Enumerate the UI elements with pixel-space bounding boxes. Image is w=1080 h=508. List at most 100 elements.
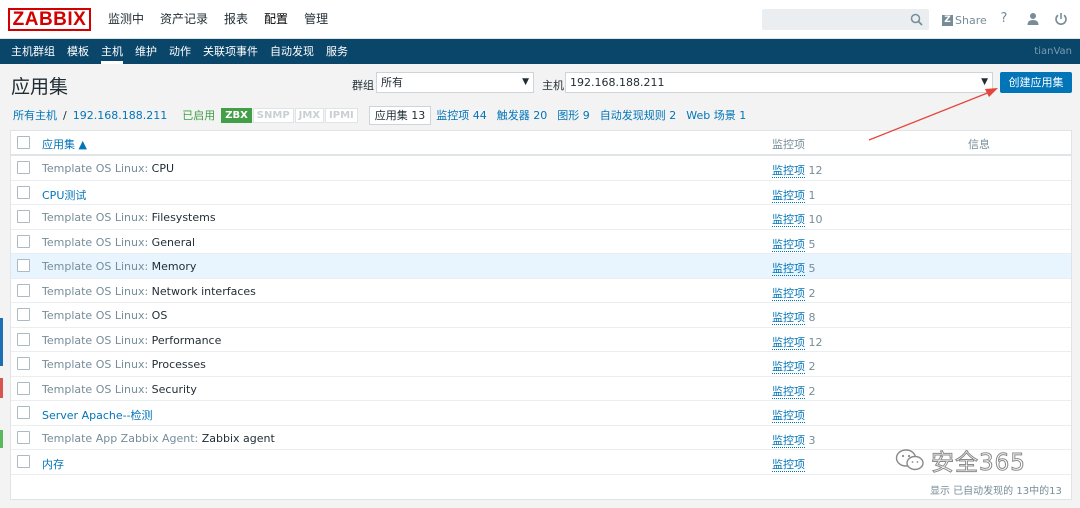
items-link[interactable]: 监控项 — [772, 237, 805, 252]
row-checkbox[interactable] — [17, 259, 30, 272]
application-label[interactable]: Server Apache--检测 — [42, 409, 153, 422]
items-link[interactable]: 监控项 — [772, 360, 805, 374]
row-checkbox[interactable] — [17, 283, 30, 297]
row-checkbox[interactable] — [17, 185, 30, 199]
user-icon[interactable] — [1025, 11, 1041, 27]
tab-items[interactable]: 监控项 44 — [431, 107, 492, 123]
main-nav-administration[interactable]: 管理 — [296, 0, 336, 39]
application-name[interactable]: Template OS Linux: Performance — [42, 334, 221, 347]
template-link[interactable]: Template OS Linux: — [42, 211, 148, 224]
items-count: 10 — [808, 213, 823, 226]
sub-nav-discovery[interactable]: 自动发现 — [264, 39, 320, 64]
table-row: Template OS Linux: Performance 监控项 12 — [11, 328, 1071, 352]
application-name[interactable]: Template OS Linux: Network interfaces — [42, 285, 256, 298]
power-icon[interactable] — [1053, 11, 1069, 27]
host-status-enabled[interactable]: 已启用 — [170, 107, 221, 123]
watermark: 安全365 — [895, 444, 1026, 477]
row-checkbox[interactable] — [17, 406, 30, 419]
template-link[interactable]: Template OS Linux: — [42, 309, 148, 322]
tab-web-scenarios[interactable]: Web 场景 1 — [681, 107, 751, 123]
items-link[interactable]: 监控项 — [772, 384, 805, 399]
application-name[interactable]: Template OS Linux: Security — [42, 383, 197, 396]
application-name[interactable]: Template OS Linux: OS — [42, 309, 167, 322]
items-link[interactable]: 监控项 — [772, 409, 805, 423]
host-breadcrumb-row: 所有主机 / 192.168.188.211 已启用 ZBX SNMP JMX … — [10, 105, 751, 125]
template-link[interactable]: Template OS Linux: — [42, 285, 148, 298]
items-link[interactable]: 监控项 — [772, 213, 805, 227]
items-link[interactable]: 监控项 — [772, 188, 805, 203]
items-link[interactable]: 监控项 — [772, 164, 805, 178]
application-name[interactable]: Template OS Linux: Processes — [42, 358, 206, 371]
items-count: 2 — [808, 384, 816, 398]
main-nav-monitoring[interactable]: 监测中 — [100, 0, 152, 39]
create-application-button[interactable]: 创建应用集 — [1000, 72, 1072, 93]
sub-nav-hosts[interactable]: 主机 — [95, 39, 129, 64]
row-checkbox[interactable] — [17, 357, 30, 370]
items-link[interactable]: 监控项 — [772, 311, 805, 325]
items-link[interactable]: 监控项 — [772, 335, 805, 350]
tab-discovery-rules[interactable]: 自动发现规则 2 — [595, 107, 682, 123]
main-nav: 监测中 资产记录 报表 配置 管理 — [100, 0, 336, 39]
row-checkbox[interactable] — [17, 161, 30, 174]
tab-graphs[interactable]: 图形 9 — [552, 107, 595, 123]
sub-nav-services[interactable]: 服务 — [320, 39, 354, 64]
items-count: 12 — [808, 164, 823, 177]
template-link[interactable]: Template OS Linux: — [42, 162, 148, 175]
row-checkbox[interactable] — [17, 308, 30, 321]
sub-nav-actions[interactable]: 动作 — [163, 39, 197, 64]
row-checkbox[interactable] — [17, 234, 30, 248]
sub-nav-host-groups[interactable]: 主机群组 — [5, 39, 61, 64]
help-icon[interactable]: ? — [996, 11, 1012, 27]
share-label: Share — [955, 13, 987, 27]
search-input[interactable] — [762, 9, 929, 30]
application-label[interactable]: 内存 — [42, 458, 64, 471]
sub-nav-maintenance[interactable]: 维护 — [129, 39, 163, 64]
template-link[interactable]: Template OS Linux: — [42, 334, 148, 347]
row-checkbox[interactable] — [17, 455, 30, 468]
host-select[interactable]: 192.168.188.211 ▼ — [565, 72, 993, 93]
row-checkbox[interactable] — [17, 332, 30, 346]
main-nav-reports[interactable]: 报表 — [216, 0, 256, 39]
column-info: 信息 — [968, 138, 990, 151]
main-nav-configuration[interactable]: 配置 — [256, 0, 296, 39]
row-checkbox[interactable] — [17, 210, 30, 223]
application-name[interactable]: Template App Zabbix Agent: Zabbix agent — [42, 432, 275, 445]
template-link[interactable]: Template OS Linux: — [42, 260, 148, 273]
zabbix-logo[interactable]: ZABBIX — [8, 8, 91, 31]
application-label[interactable]: CPU测试 — [42, 189, 86, 202]
items-link[interactable]: 监控项 — [772, 433, 805, 448]
share-button[interactable]: Z Share — [942, 12, 987, 28]
template-link[interactable]: Template App Zabbix Agent: — [42, 432, 198, 445]
application-name[interactable]: Server Apache--检测 — [42, 407, 153, 423]
tab-applications: 应用集 13 — [368, 105, 432, 125]
template-link[interactable]: Template OS Linux: — [42, 236, 148, 249]
sub-nav-correlation[interactable]: 关联项事件 — [197, 39, 264, 64]
items-link[interactable]: 监控项 — [772, 262, 805, 276]
host-link[interactable]: 192.168.188.211 — [70, 109, 170, 122]
application-name[interactable]: Template OS Linux: General — [42, 236, 195, 249]
column-application[interactable]: 应用集 ▲ — [42, 136, 87, 152]
group-label: 群组 — [352, 79, 374, 92]
search-icon[interactable] — [910, 13, 923, 26]
application-name[interactable]: Template OS Linux: Filesystems — [42, 211, 216, 224]
row-checkbox[interactable] — [17, 381, 30, 395]
tab-triggers[interactable]: 触发器 20 — [492, 107, 553, 123]
template-link[interactable]: Template OS Linux: — [42, 358, 148, 371]
group-select-value: 所有 — [381, 76, 403, 89]
template-link[interactable]: Template OS Linux: — [42, 383, 148, 396]
application-name[interactable]: Template OS Linux: CPU — [42, 162, 174, 175]
select-all-checkbox[interactable] — [17, 136, 30, 149]
items-link[interactable]: 监控项 — [772, 286, 805, 301]
row-checkbox[interactable] — [17, 430, 30, 444]
application-name[interactable]: Template OS Linux: Memory — [42, 260, 196, 273]
group-select[interactable]: 所有 ▼ — [376, 72, 534, 93]
main-nav-inventory[interactable]: 资产记录 — [152, 0, 216, 39]
sub-nav-templates[interactable]: 模板 — [61, 39, 95, 64]
application-name[interactable]: 内存 — [42, 456, 64, 472]
items-link[interactable]: 监控项 — [772, 458, 805, 472]
application-label: OS — [148, 309, 168, 322]
items-cell: 监控项 3 — [772, 432, 816, 448]
application-name[interactable]: CPU测试 — [42, 187, 86, 203]
all-hosts-link[interactable]: 所有主机 — [10, 107, 60, 123]
table-footer-count: 显示 已自动发现的 13中的13 — [930, 486, 1062, 497]
